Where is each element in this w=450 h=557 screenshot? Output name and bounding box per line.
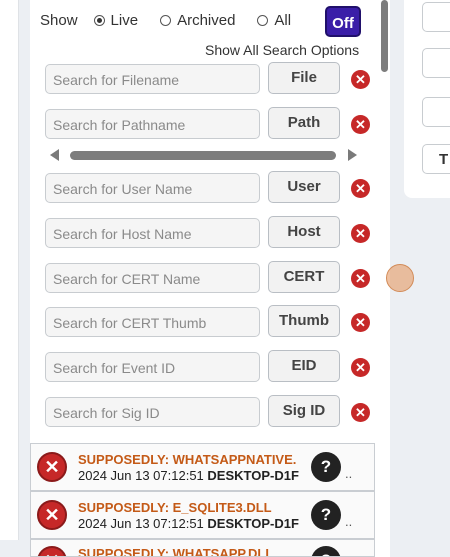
clear-user-close-circle-icon[interactable]: ✕ <box>351 179 370 198</box>
right-panel-button-2[interactable] <box>422 48 450 78</box>
off-toggle-button[interactable]: Off <box>325 6 361 37</box>
clear-host-close-circle-icon[interactable]: ✕ <box>351 224 370 243</box>
clear-eid-close-circle-icon[interactable]: ✕ <box>351 358 370 377</box>
result-item[interactable]: ✕ SUPPOSEDLY: E_SQLITE3.DLL 2024 Jun 13 … <box>30 491 375 539</box>
result-timestamp: 2024 Jun 13 07:12:51 <box>78 468 204 483</box>
user-name-search-input[interactable]: Search for User Name <box>45 173 260 203</box>
path-search-button[interactable]: Path <box>268 107 340 139</box>
sig-id-search-button[interactable]: Sig ID <box>268 395 340 427</box>
cert-name-search-input[interactable]: Search for CERT Name <box>45 263 260 293</box>
scroll-left-arrow-icon[interactable] <box>50 149 59 161</box>
right-panel-button-1[interactable] <box>422 2 450 32</box>
scroll-right-arrow-icon[interactable] <box>348 149 357 161</box>
radio-archived[interactable]: Archived <box>160 12 235 29</box>
show-all-search-options-link[interactable]: Show All Search Options <box>205 42 359 58</box>
clear-thumb-close-circle-icon[interactable]: ✕ <box>351 313 370 332</box>
cert-thumb-search-input[interactable]: Search for CERT Thumb <box>45 307 260 337</box>
result-host: DESKTOP-D1F <box>207 516 299 531</box>
sig-id-search-input[interactable]: Search for Sig ID <box>45 397 260 427</box>
result-item[interactable]: ✕ SUPPOSEDLY: WHATSAPP.DLL ? <box>30 539 375 557</box>
event-id-search-input[interactable]: Search for Event ID <box>45 352 260 382</box>
result-timestamp: 2024 Jun 13 07:12:51 <box>78 516 204 531</box>
right-panel-button-3[interactable] <box>422 97 450 127</box>
horizontal-scrollbar-thumb[interactable] <box>70 151 336 160</box>
radio-all-label: All <box>274 11 292 29</box>
cert-search-button[interactable]: CERT <box>268 261 340 293</box>
vertical-scrollbar-thumb[interactable] <box>381 0 388 72</box>
file-search-button[interactable]: File <box>268 62 340 94</box>
radio-unchecked-icon <box>160 14 172 26</box>
thumb-search-button[interactable]: Thumb <box>268 305 340 337</box>
result-meta: 2024 Jun 13 07:12:51 DESKTOP-D1F <box>78 468 299 483</box>
show-filter: Show Live Archived All <box>40 8 313 32</box>
eid-search-button[interactable]: EID <box>268 350 340 382</box>
radio-checked-icon <box>93 14 105 26</box>
close-circle-icon[interactable]: ✕ <box>37 500 67 530</box>
result-more: .. <box>345 466 353 481</box>
radio-live[interactable]: Live <box>93 11 139 29</box>
filename-search-input[interactable]: Search for Filename <box>45 64 260 94</box>
horizontal-scrollbar[interactable] <box>46 147 361 163</box>
radio-unchecked-icon <box>257 14 269 26</box>
question-circle-icon[interactable]: ? <box>311 546 341 556</box>
right-panel-button-4[interactable]: T <box>422 144 450 174</box>
left-panel-edge <box>0 0 19 540</box>
close-circle-icon[interactable]: ✕ <box>37 452 67 482</box>
clear-sig-id-close-circle-icon[interactable]: ✕ <box>351 403 370 422</box>
clear-filename-close-circle-icon[interactable]: ✕ <box>351 70 370 89</box>
show-label: Show <box>40 11 78 29</box>
result-item[interactable]: ✕ SUPPOSEDLY: WHATSAPPNATIVE. 2024 Jun 1… <box>30 443 375 491</box>
radio-archived-label: Archived <box>177 11 236 29</box>
question-circle-icon[interactable]: ? <box>311 500 341 530</box>
user-search-button[interactable]: User <box>268 171 340 203</box>
host-search-button[interactable]: Host <box>268 216 340 248</box>
pathname-search-input[interactable]: Search for Pathname <box>45 109 260 139</box>
result-title: SUPPOSEDLY: E_SQLITE3.DLL <box>78 500 272 515</box>
right-panel-button-label: T <box>439 151 449 168</box>
pointer-indicator <box>386 264 414 292</box>
clear-cert-close-circle-icon[interactable]: ✕ <box>351 269 370 288</box>
radio-all[interactable]: All <box>257 12 291 29</box>
radio-live-label: Live <box>110 11 139 29</box>
host-name-search-input[interactable]: Search for Host Name <box>45 218 260 248</box>
result-host: DESKTOP-D1F <box>207 468 299 483</box>
question-circle-icon[interactable]: ? <box>311 452 341 482</box>
clear-pathname-close-circle-icon[interactable]: ✕ <box>351 115 370 134</box>
close-circle-icon[interactable]: ✕ <box>37 546 67 556</box>
result-meta: 2024 Jun 13 07:12:51 DESKTOP-D1F <box>78 516 299 531</box>
result-more: .. <box>345 514 353 529</box>
result-title: SUPPOSEDLY: WHATSAPP.DLL <box>78 546 274 557</box>
result-title: SUPPOSEDLY: WHATSAPPNATIVE. <box>78 452 297 467</box>
